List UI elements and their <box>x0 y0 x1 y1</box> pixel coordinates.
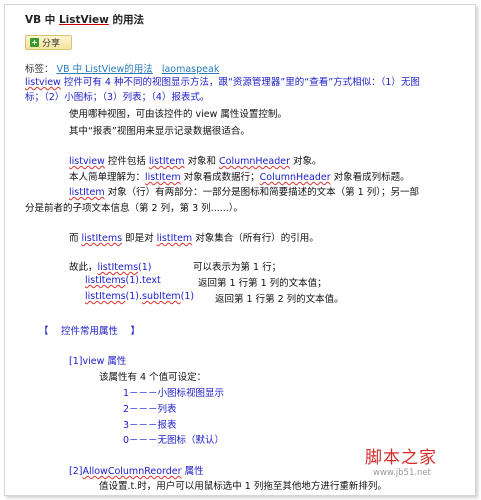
paragraph-line: listview 控件包括 listItem 对象和 ColumnHeader … <box>69 156 322 167</box>
property-heading: [1]view 属性 <box>69 356 127 367</box>
option-item: 3－－－报表 <box>123 420 177 431</box>
paragraph-line: 使用哪种视图，可由该控件的 view 属性设置控制。 <box>69 109 287 120</box>
code-line: listItems(1).text <box>85 275 161 286</box>
share-label: 分享 <box>42 39 61 49</box>
section-heading: 【 控件常用属性 】 <box>39 326 141 337</box>
paragraph-line: 分是前者的子项文本信息（第 2 列，第 3 列......）。 <box>25 203 244 214</box>
paragraph-line: 而 listItems 即是对 listItem 对象集合（所有行）的引用。 <box>69 233 319 244</box>
paragraph-line: 本人简单理解为：listItem 对象看成数据行；ColumnHeader 对象… <box>69 172 410 183</box>
title-listview: ListView <box>58 14 109 26</box>
paragraph-line: 该属性有 4 个值可设定： <box>99 372 207 383</box>
plus-icon: + <box>30 38 39 47</box>
property-heading: [2]AllowColumnReorder 属性 <box>69 466 204 477</box>
paragraph-line: 标；（2）小图标；（3）列表；（4）报表式。 <box>25 92 210 103</box>
paragraph-line: listview 控件可有 4 种不同的视图显示方法，跟“资源管理器”里的“查看… <box>25 77 420 88</box>
article-title: VB 中 ListView 的用法 <box>25 12 144 27</box>
code-line: 故此，listItems(1) <box>69 262 152 273</box>
option-item: 0－－－无图标（默认） <box>123 435 225 446</box>
tags-row: 标签： VB 中 ListView的用法 laomaspeak <box>25 61 219 75</box>
paragraph-line: listItem 对象（行）有两部分：一部分是图标和简要描述的文本（第 1 列）… <box>69 187 419 198</box>
title-prefix: VB 中 <box>25 14 59 26</box>
paragraph-line: 其中“报表”视图用来显示记录数据很适合。 <box>69 126 250 137</box>
option-item: 1－－－小图标视图显示 <box>123 388 225 399</box>
option-item: 2－－－列表 <box>123 404 177 415</box>
share-button[interactable]: + 分享 <box>25 35 72 50</box>
paragraph-line: 值设置.t.时，用户可以用鼠标选中 1 列拖至其他地方进行重新排列。 <box>99 481 387 492</box>
watermark-logo: 脚本之家 <box>365 448 437 468</box>
code-comment: 返回第 1 行第 2 列的文本值。 <box>215 294 344 305</box>
article-frame: VB 中 ListView 的用法 + 分享 标签： VB 中 ListView… <box>4 4 476 496</box>
code-comment: 返回第 1 行第 1 列的文本值； <box>198 278 327 289</box>
title-suffix: 的用法 <box>108 14 145 26</box>
code-line: listItems(1).subItem(1) <box>85 291 195 302</box>
code-comment: 可以表示为第 1 行； <box>193 262 282 273</box>
watermark-url: www.jb51.net <box>373 468 432 478</box>
site-watermark: 脚本之家 www.jb51.net <box>365 443 437 478</box>
